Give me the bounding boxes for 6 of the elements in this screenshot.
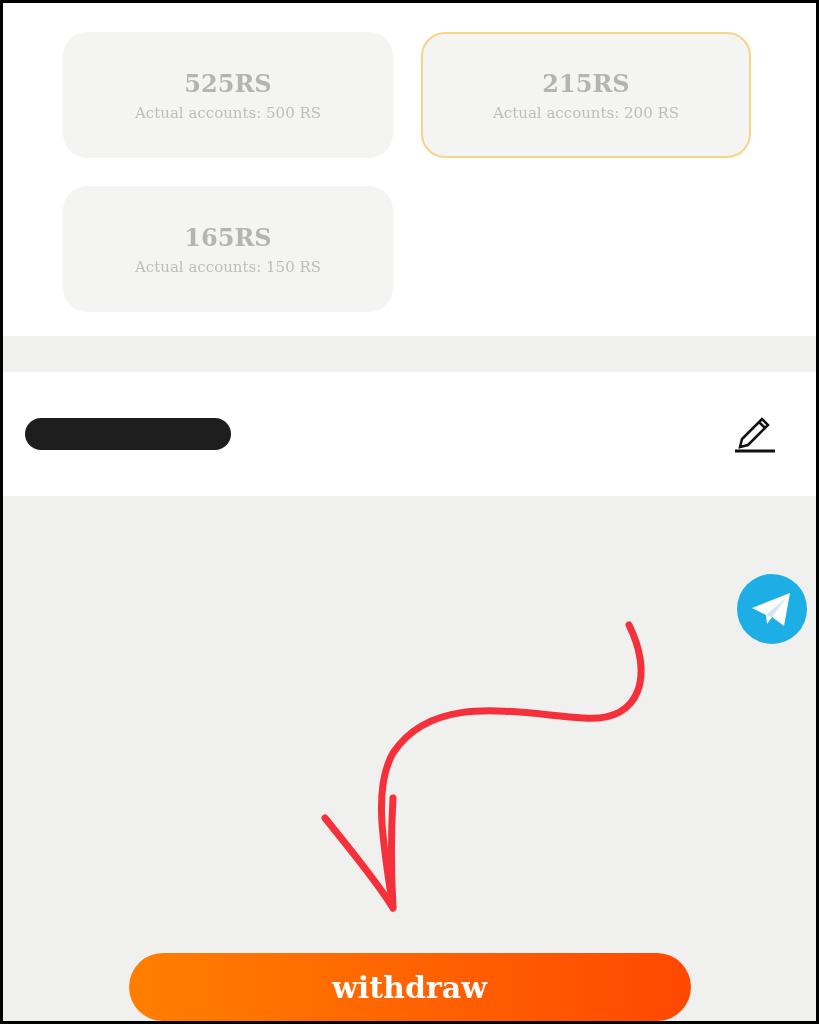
telegram-icon[interactable] (736, 573, 808, 645)
withdraw-button[interactable]: withdraw (128, 953, 691, 1021)
plan-amount: 165RS (184, 222, 272, 252)
plan-amount: 525RS (184, 68, 272, 98)
edit-icon[interactable] (734, 415, 776, 453)
plan-amount: 215RS (542, 68, 630, 98)
